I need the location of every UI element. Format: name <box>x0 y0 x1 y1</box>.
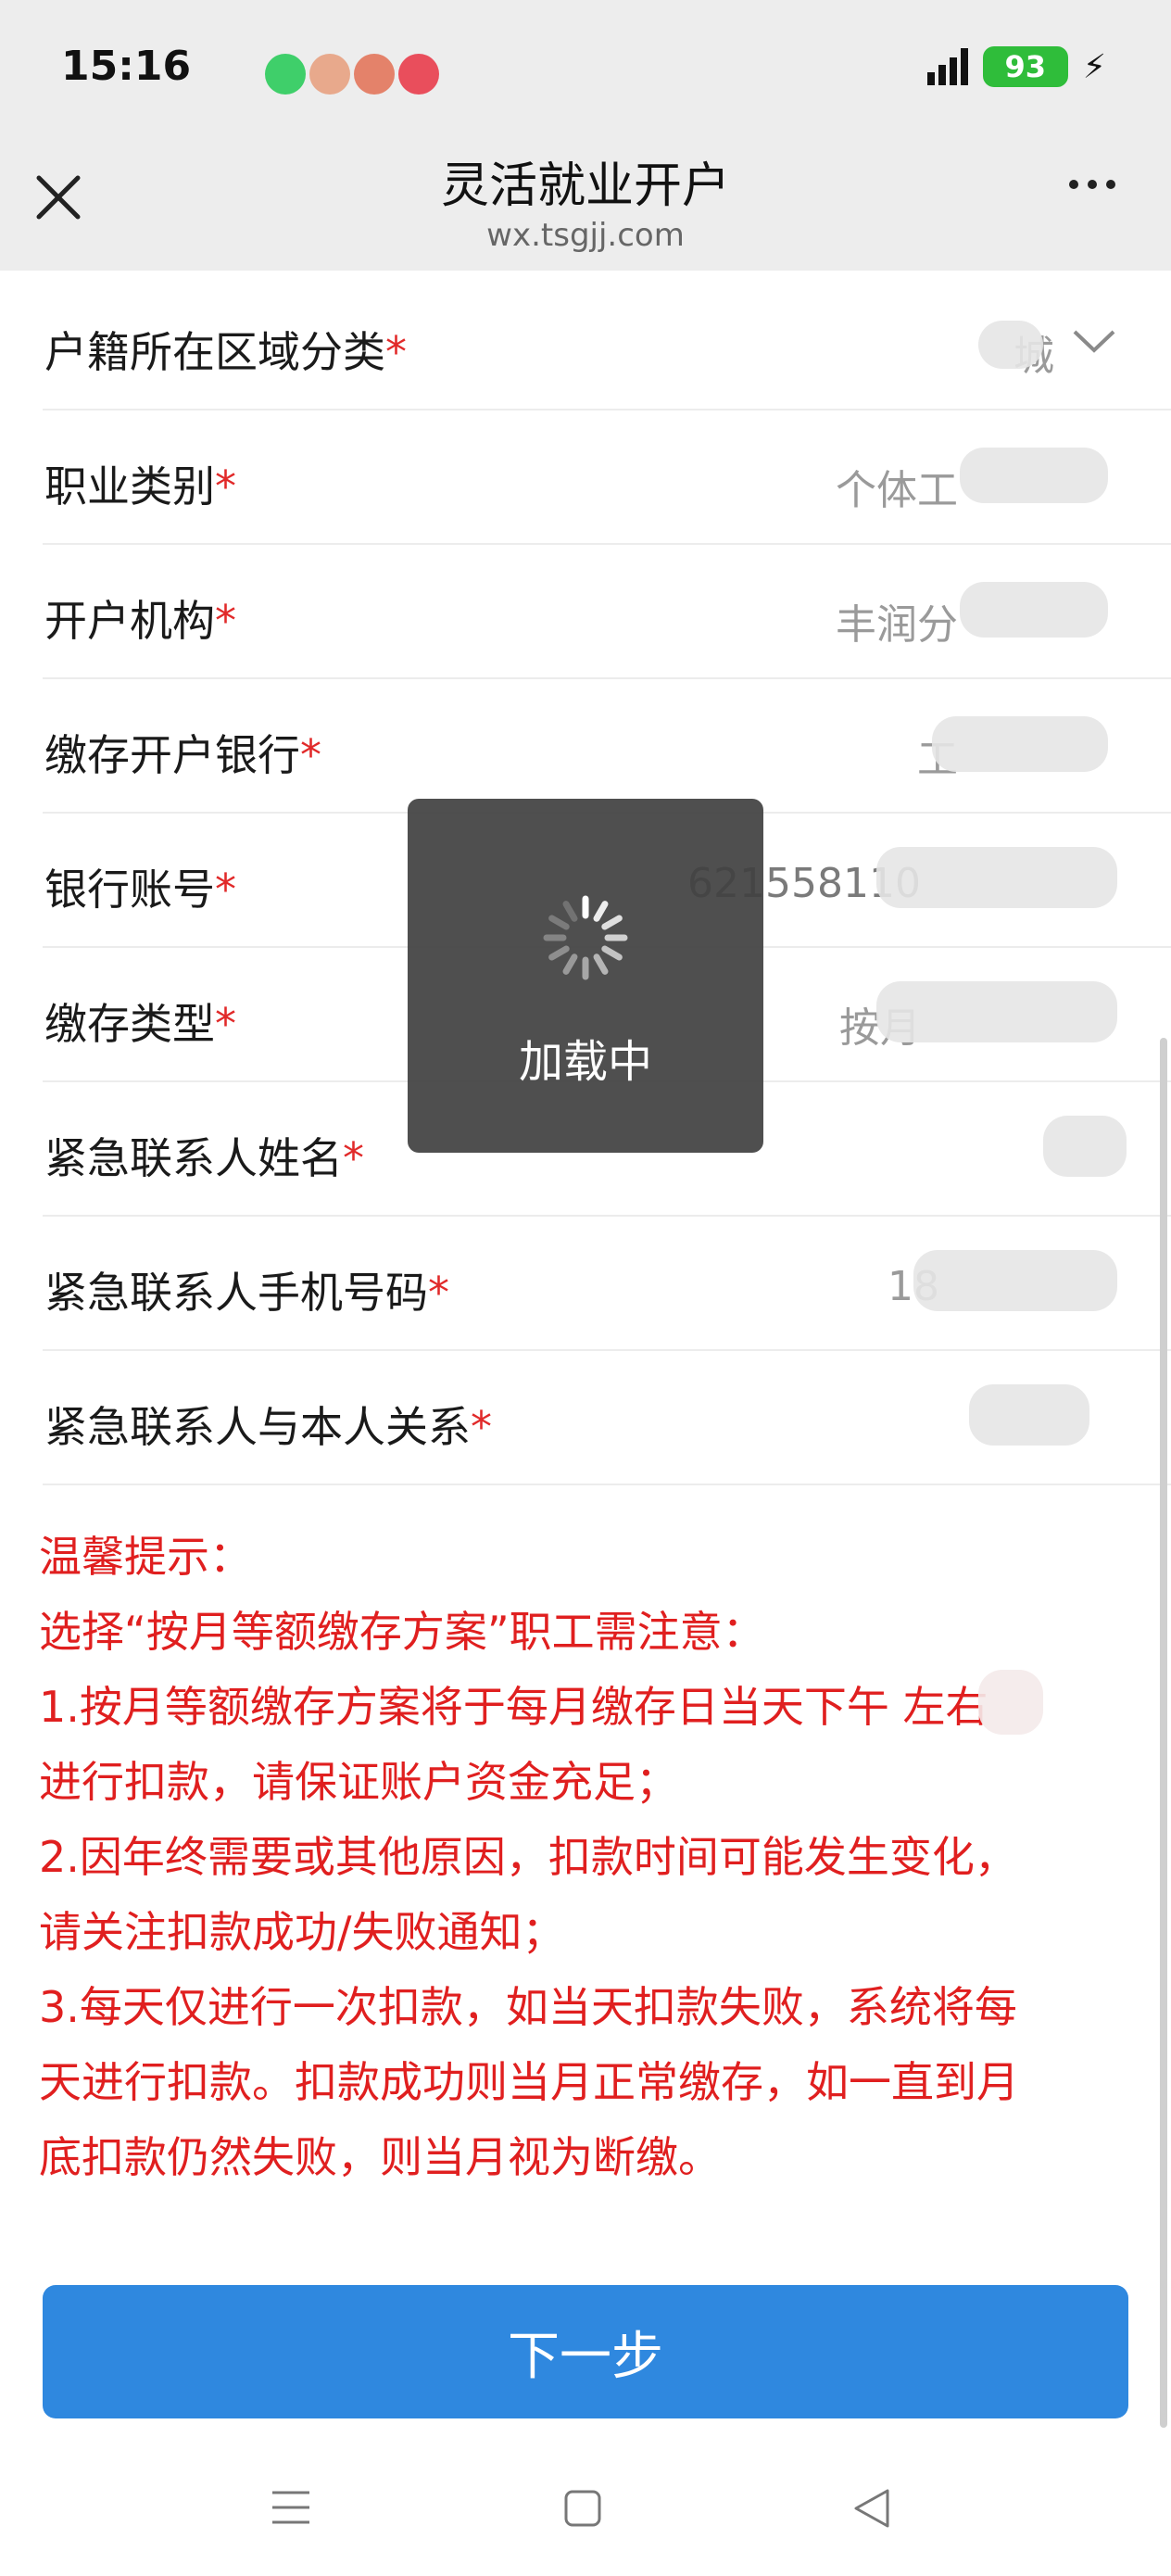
form-row-emergency-contact-phone[interactable]: 紧急联系人手机号码* 18 <box>43 1217 1171 1351</box>
row-label: 户籍所在区域分类* <box>44 327 407 377</box>
form-row-deposit-bank[interactable]: 缴存开户银行* 工 <box>43 679 1171 814</box>
notice-line: 选择“按月等额缴存方案”职工需注意： <box>39 1607 765 1657</box>
top-bar: 15:16 93 ⚡ 灵活就业开户 wx.tsgjj.com <box>0 0 1171 271</box>
notification-dot-icon <box>354 54 395 95</box>
charging-icon: ⚡ <box>1082 47 1106 86</box>
loading-text: 加载中 <box>518 1036 652 1088</box>
notice-text: 温馨提示： 选择“按月等额缴存方案”职工需注意： 1.按月等额缴存方案将于每月缴… <box>39 1520 1141 2195</box>
next-step-button[interactable]: 下一步 <box>43 2285 1128 2418</box>
loading-spinner-icon <box>543 895 628 980</box>
notice-line: 3.每天仅进行一次扣款，如当天扣款失败，系统将每 <box>39 1982 1017 2032</box>
row-label: 职业类别* <box>44 461 236 511</box>
loading-toast: 加载中 <box>408 799 763 1153</box>
battery-icon: 93 <box>982 46 1068 87</box>
notice-line: 请关注扣款成功/失败通知； <box>39 1907 565 1957</box>
row-value: 丰润分 <box>836 601 958 649</box>
row-value: 个体工 <box>836 467 958 514</box>
notice-line: 2.因年终需要或其他原因，扣款时间可能发生变化， <box>39 1832 1017 1882</box>
signal-icon <box>926 48 968 85</box>
row-label: 缴存开户银行* <box>44 730 321 780</box>
page-url: wx.tsgjj.com <box>486 217 685 254</box>
notice-line: 底扣款仍然失败，则当月视为断缴。 <box>39 2132 721 2182</box>
form-row-account-institution[interactable]: 开户机构* 丰润分 <box>43 545 1171 679</box>
form-row-emergency-contact-relation[interactable]: 紧急联系人与本人关系* <box>43 1351 1171 1485</box>
page-title: 灵活就业开户 <box>440 158 730 214</box>
row-label: 紧急联系人姓名* <box>44 1133 364 1183</box>
menu-icon[interactable] <box>271 2489 311 2526</box>
row-label: 紧急联系人手机号码* <box>44 1268 449 1318</box>
notice-line: 天进行扣款。扣款成功则当月正常缴存，如一直到月 <box>39 2057 1019 2107</box>
form-row-occupation[interactable]: 职业类别* 个体工 <box>43 410 1171 545</box>
status-indicators: 93 ⚡ <box>926 46 1106 87</box>
form-row-household-region[interactable]: 户籍所在区域分类* 城 <box>43 276 1171 410</box>
notification-dot-icon <box>309 54 350 95</box>
row-label: 缴存类型* <box>44 999 236 1049</box>
status-time: 15:16 <box>61 43 192 90</box>
notification-dot-icon <box>265 54 306 95</box>
row-label: 紧急联系人与本人关系* <box>44 1402 492 1452</box>
row-label: 开户机构* <box>44 596 236 646</box>
notice-line: 进行扣款，请保证账户资金充足； <box>39 1757 678 1807</box>
notice-line: 1.按月等额缴存方案将于每月缴存日当天下午 左右 <box>39 1682 988 1732</box>
chevron-down-icon <box>1073 330 1115 353</box>
notice-line: 温馨提示： <box>39 1532 252 1582</box>
system-nav-bar <box>0 2446 1171 2576</box>
scrollbar[interactable] <box>1160 1038 1167 2428</box>
home-icon[interactable] <box>563 2489 602 2528</box>
row-label: 银行账号* <box>44 865 236 915</box>
back-icon[interactable] <box>850 2487 891 2530</box>
more-icon[interactable] <box>1069 180 1115 189</box>
notification-icons <box>265 54 439 95</box>
notification-dot-icon <box>398 54 439 95</box>
